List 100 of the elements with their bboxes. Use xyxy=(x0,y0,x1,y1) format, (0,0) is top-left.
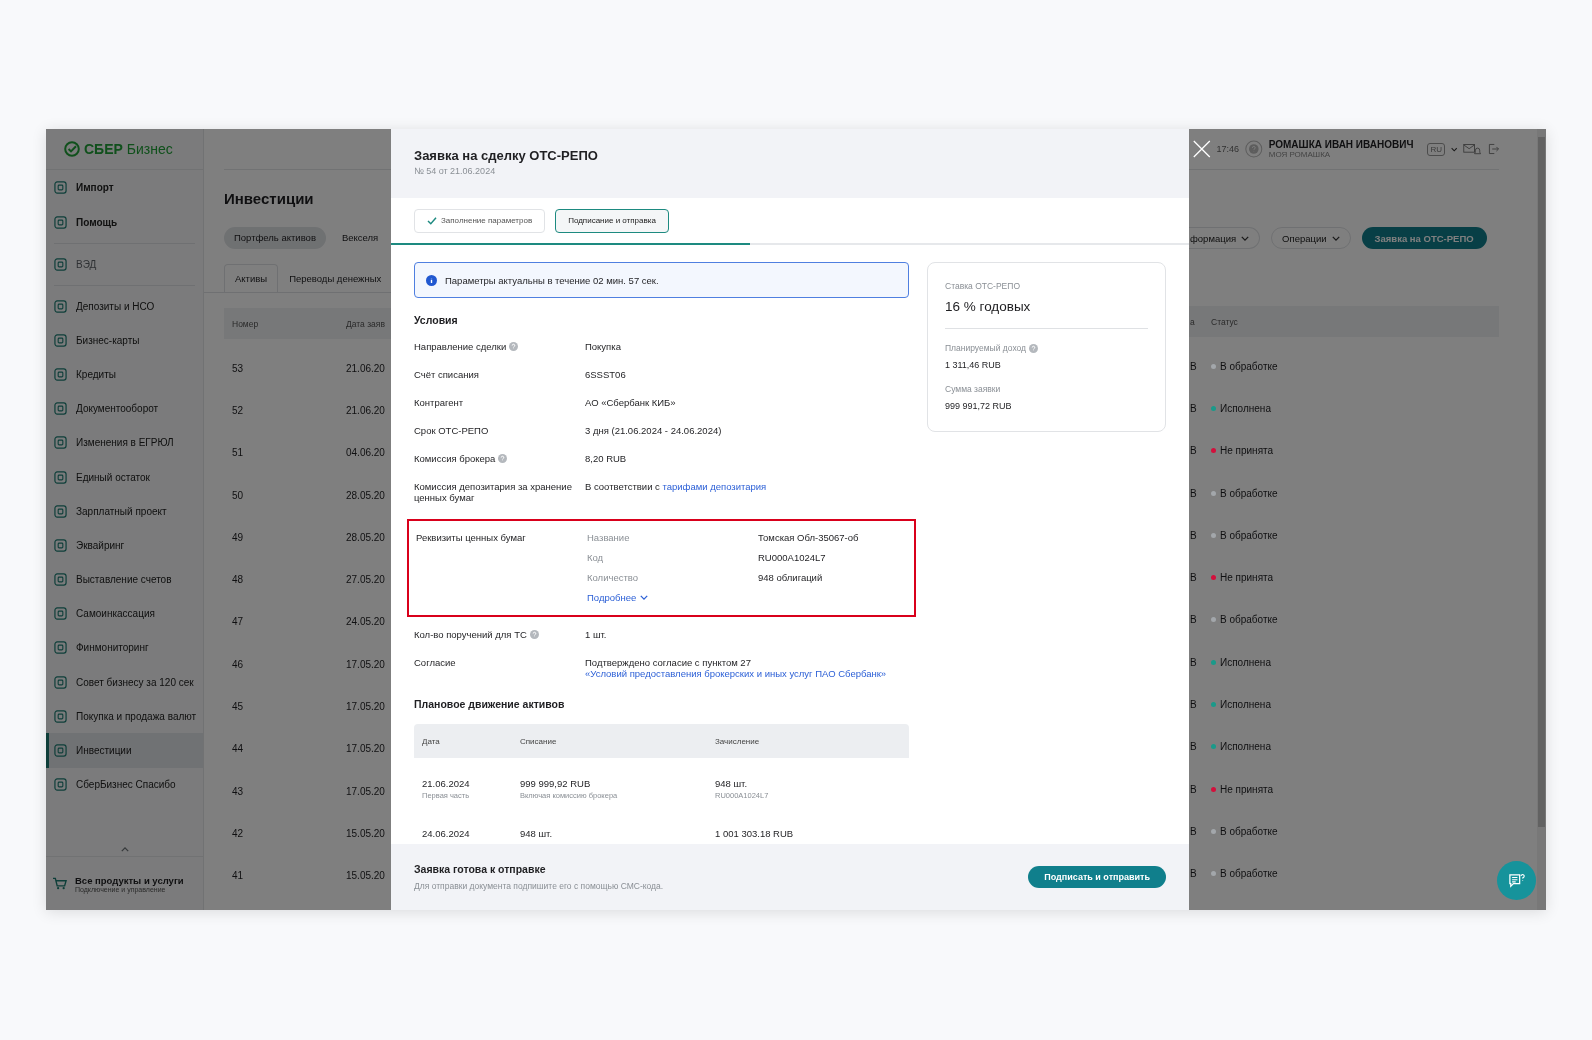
field-label: Код xyxy=(587,552,605,563)
summary-value: 1 311,46 RUB xyxy=(945,360,1002,370)
tile-icon xyxy=(54,181,67,194)
tile-icon xyxy=(54,538,67,552)
sidebar-item[interactable]: Совет бизнесу за 120 сек xyxy=(46,665,203,700)
status-text: Исполнена xyxy=(1220,656,1271,668)
table-cell: 21.06.20 xyxy=(346,404,385,416)
sign-button[interactable]: Подписать и отправить xyxy=(1028,866,1166,888)
tab[interactable]: Портфель активов xyxy=(224,227,326,249)
section-title: Условия xyxy=(414,313,459,328)
sidebar-item[interactable]: Выставление счетов xyxy=(46,562,203,597)
status-text: Не принята xyxy=(1220,572,1274,584)
mail-bell-icon[interactable] xyxy=(1463,141,1482,157)
sidebar-item[interactable]: Бизнес-карты xyxy=(46,323,203,358)
sidebar-item[interactable]: Самоинкассация xyxy=(46,596,203,631)
modal-title: Заявка на сделку ОТС-РЕПО xyxy=(414,147,599,164)
field-label: Направление сделки xyxy=(414,341,507,352)
footer-title: Заявка готова к отправке xyxy=(414,863,547,875)
table-cell: 17.05.20 xyxy=(346,743,385,755)
link[interactable]: «Условий предоставления брокерских и иных услуг ПАО Сбербанк» xyxy=(585,668,887,679)
step-tab[interactable]: Подписание и отправка xyxy=(555,208,669,233)
help-icon[interactable] xyxy=(1029,344,1039,353)
table-cell-text: В xyxy=(1189,445,1198,457)
field-value: Покупка xyxy=(585,341,621,352)
table-cell-text: 46 xyxy=(231,658,245,670)
chat-help-icon xyxy=(1507,872,1526,889)
modal-subtitle: № 54 от 21.06.2024 xyxy=(414,166,497,176)
field-value: АО «Сбербанк КИБ» xyxy=(585,397,676,408)
tile-icon xyxy=(54,258,67,271)
logo-text: СБЕР Бизнес xyxy=(84,141,173,157)
sidebar-item[interactable]: Документооборот xyxy=(46,391,203,426)
status-text: Исполнена xyxy=(1220,699,1271,710)
chat-button[interactable] xyxy=(1497,861,1536,900)
table-cell-text: В xyxy=(1189,360,1198,372)
field-value: 3 дня (21.06.2024 - 24.06.2024) xyxy=(585,425,722,436)
field-value: 6SSST06 xyxy=(585,369,626,380)
page-title: Инвестиции xyxy=(224,189,315,209)
table-cell: 28.05.20 xyxy=(346,489,385,501)
tile-icon xyxy=(54,333,67,347)
table-cell: 28.05.20 xyxy=(346,531,385,543)
link[interactable]: тарифами депозитария xyxy=(662,481,767,492)
sidebar-item[interactable]: Единый остаток xyxy=(46,459,203,495)
caret-icon xyxy=(1331,235,1340,241)
tile-icon xyxy=(54,402,67,416)
sidebar-item[interactable]: Инвестиции xyxy=(46,733,203,768)
tab[interactable]: Векселя xyxy=(331,227,389,249)
column-header: Статус xyxy=(1211,316,1238,327)
dropdown-button[interactable]: Операции xyxy=(1271,227,1351,249)
sidebar-item[interactable]: Изменения в ЕГРЮЛ xyxy=(46,425,203,460)
field-label: Согласие xyxy=(414,657,456,668)
summary-label: Сумма заявки xyxy=(945,384,1001,394)
help-icon[interactable] xyxy=(498,454,508,463)
status-text: Не принята xyxy=(1220,783,1274,795)
table-cell-text: 21.06.2024 xyxy=(422,777,471,790)
sidebar-item[interactable]: Кредиты xyxy=(46,357,203,392)
table-cell: 04.06.20 xyxy=(346,447,385,459)
table-cell-text: 52 xyxy=(231,404,245,416)
sidebar-item[interactable]: СберБизнес Спасибо xyxy=(46,767,203,802)
sidebar-item[interactable]: Депозиты и НСО xyxy=(46,289,203,324)
help-icon[interactable] xyxy=(529,630,539,639)
column-header: Номер xyxy=(231,318,260,329)
primary-button[interactable]: Заявка на ОТС-РЕПО xyxy=(1361,227,1487,249)
sidebar-item[interactable]: Импорт xyxy=(46,170,203,205)
dropdown-button[interactable]: формация xyxy=(1189,227,1261,249)
sidebar-item[interactable]: Финмониторинг xyxy=(46,630,203,666)
field-value: 8,20 RUB xyxy=(585,453,627,464)
field-label: Количество xyxy=(587,572,640,583)
info-icon xyxy=(426,274,437,286)
table-cell-text: 51 xyxy=(231,447,245,459)
field-value: Подтверждено согласие с пунктом 27 xyxy=(585,657,751,668)
tab[interactable]: Переводы денежных xyxy=(278,264,391,292)
help-icon[interactable] xyxy=(509,342,519,351)
tab[interactable]: Активы xyxy=(224,264,279,292)
sidebar-item[interactable]: Помощь xyxy=(46,205,203,240)
check-icon xyxy=(427,216,437,225)
scrollbar[interactable] xyxy=(1537,129,1546,910)
table-cell-text: 44 xyxy=(231,743,245,755)
footer-text: Для отправки документа подпишите его с помощью СМС-кода. xyxy=(414,881,664,891)
sidebar-item[interactable]: Эквайринг xyxy=(46,528,203,563)
step-tab[interactable]: Заполнение параметров xyxy=(414,208,546,233)
table-cell-text: В xyxy=(1189,614,1198,626)
sidebar-item[interactable]: Покупка и продажа валют xyxy=(46,699,203,734)
status-text: Исполнена xyxy=(1220,741,1271,753)
table-cell-text: 1 001 303.18 RUB xyxy=(715,827,795,840)
time-text: 17:46 xyxy=(1216,144,1240,154)
table-cell-text: В xyxy=(1189,487,1198,499)
column-header: а xyxy=(1189,316,1196,327)
close-icon[interactable] xyxy=(1193,138,1211,160)
tile-icon xyxy=(54,607,67,621)
tile-icon xyxy=(54,641,67,655)
tile-icon xyxy=(54,216,67,229)
more-link[interactable]: Подробнее xyxy=(587,592,758,603)
logout-icon[interactable] xyxy=(1487,142,1499,156)
table-cell: 24.05.20 xyxy=(346,616,385,628)
field-value: Томская Обл-35067-об xyxy=(758,532,859,543)
help-circle-icon[interactable] xyxy=(1245,138,1263,160)
check-circle-icon xyxy=(64,141,80,157)
sidebar-item[interactable]: Зарплатный проект xyxy=(46,494,203,529)
table-cell-text: В xyxy=(1189,783,1198,795)
table-cell: 17.05.20 xyxy=(346,701,385,712)
